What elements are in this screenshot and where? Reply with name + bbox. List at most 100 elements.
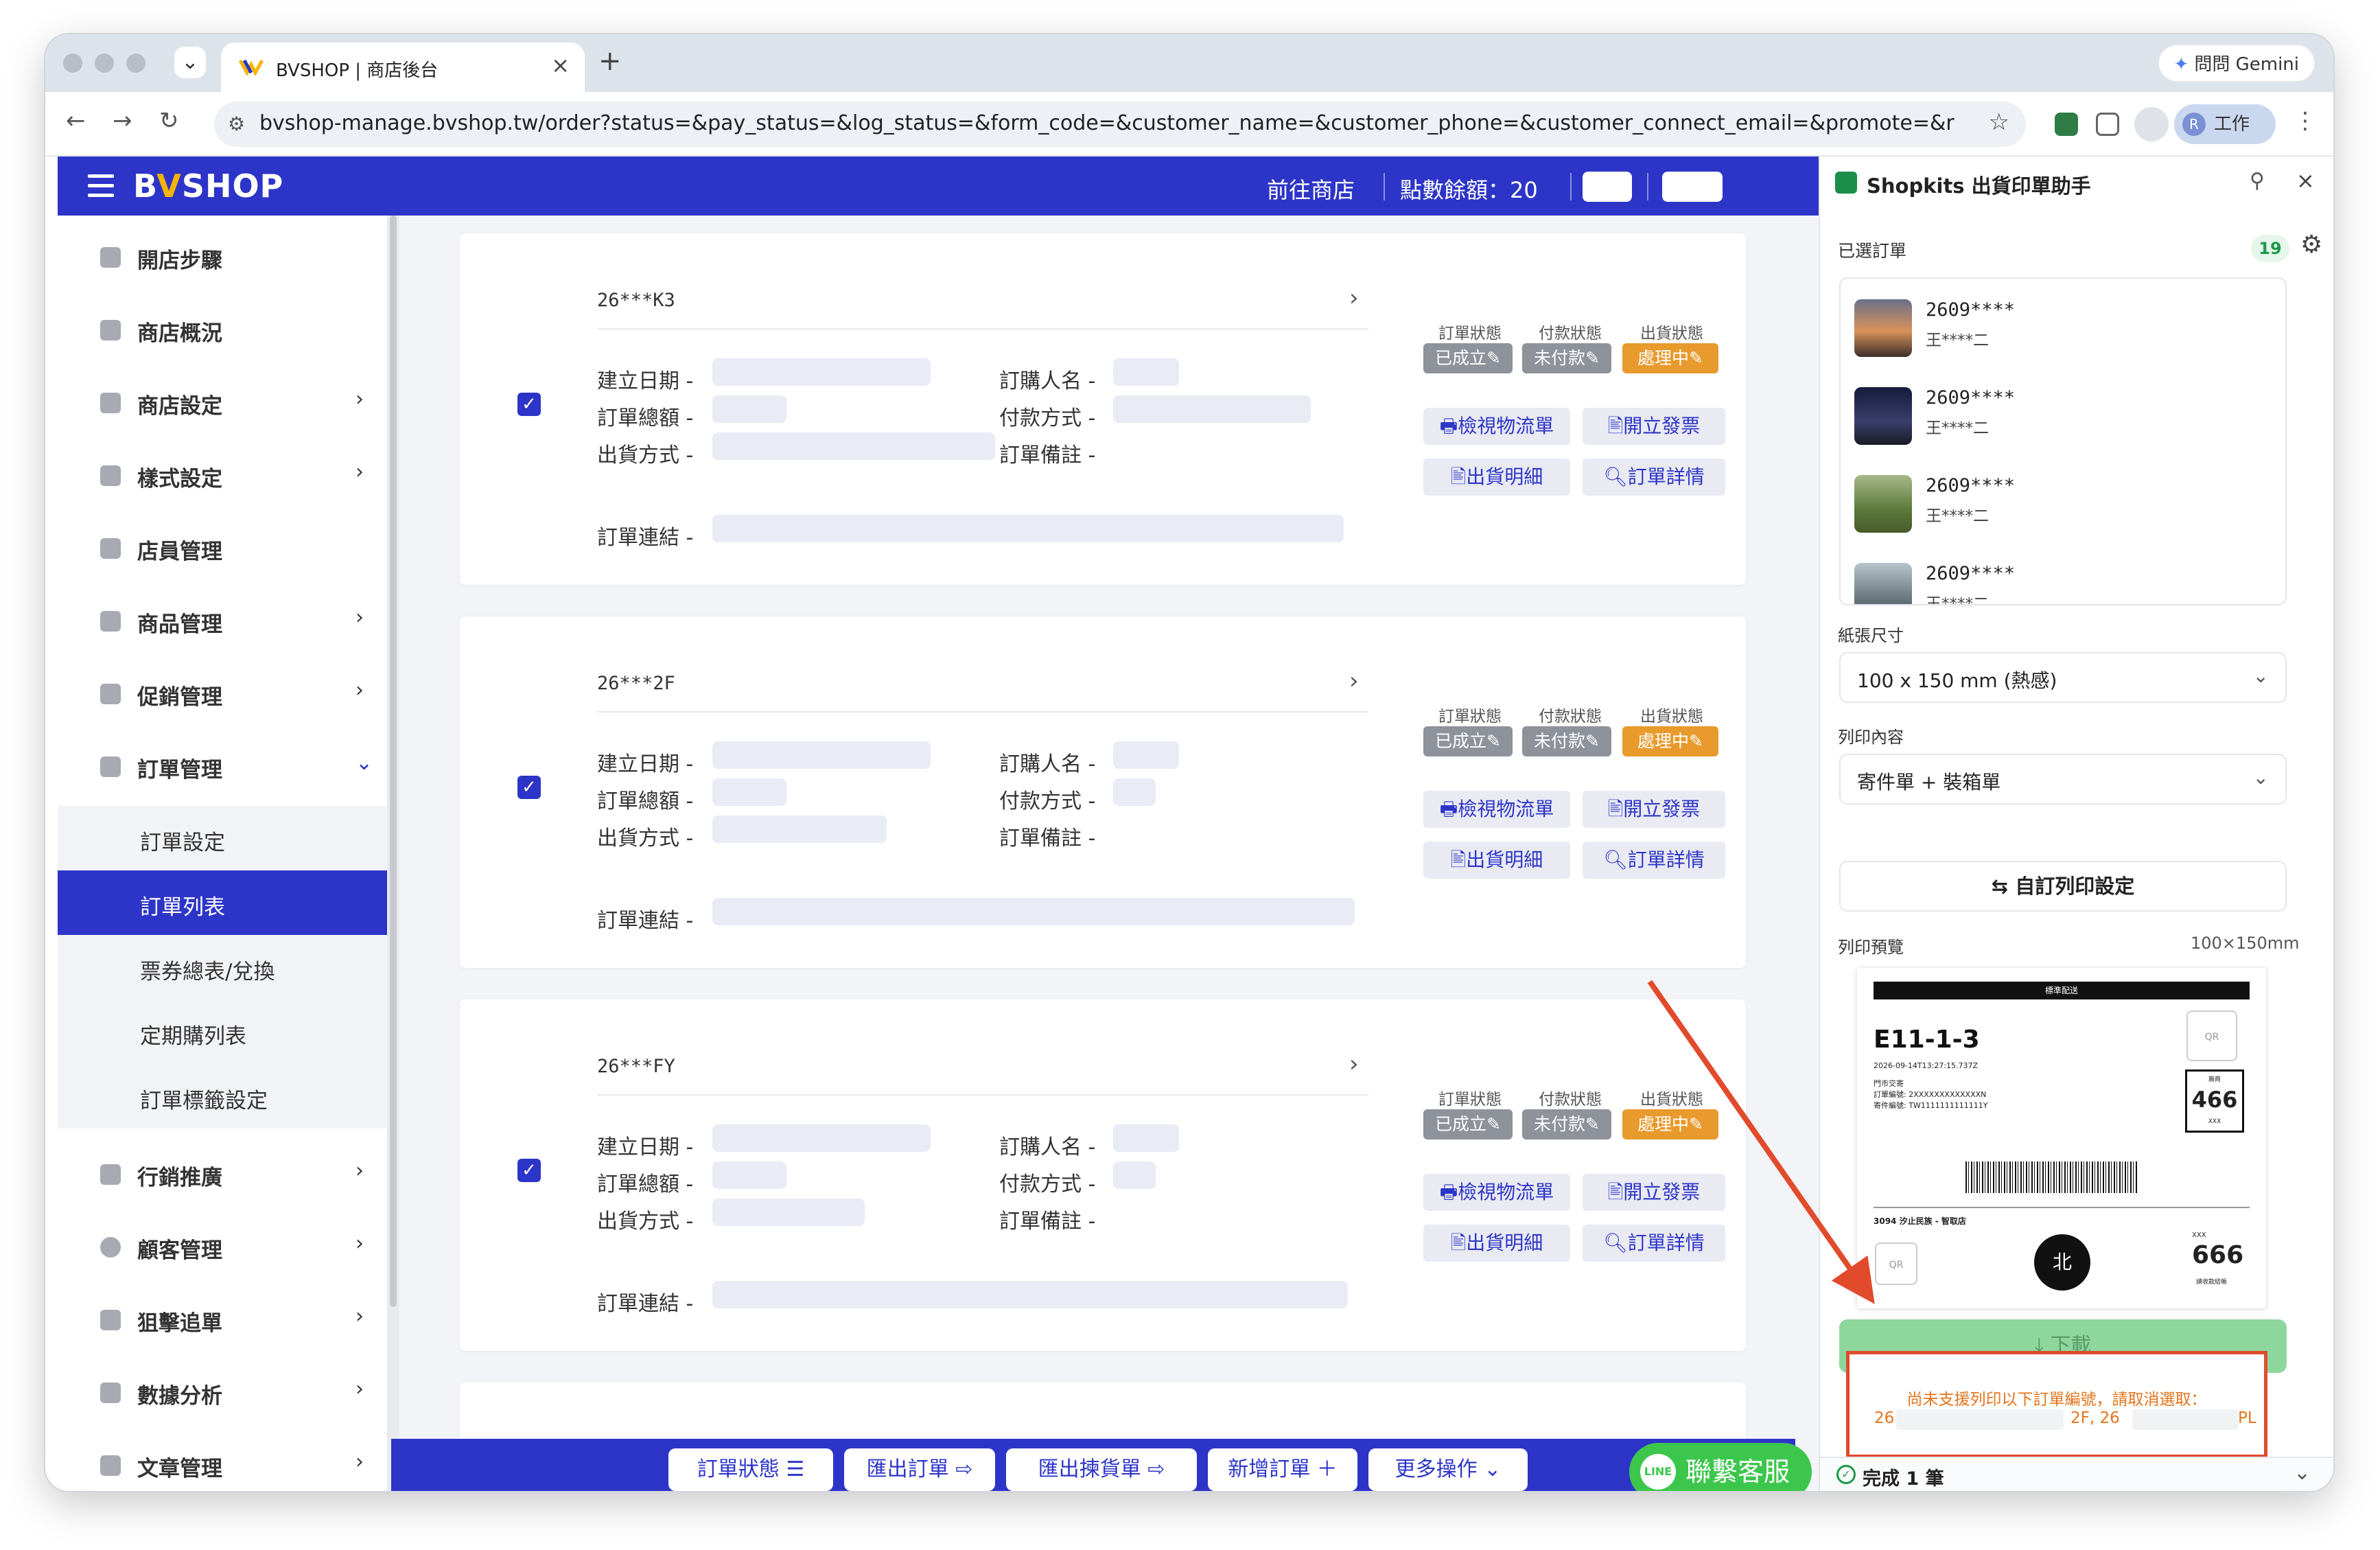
pay-status-badge[interactable]: 未付款✎ [1522, 343, 1611, 373]
chevron-right-icon[interactable]: › [1349, 1050, 1359, 1078]
gear-icon[interactable]: ⚙ [2300, 231, 2322, 259]
order-link-value[interactable] [712, 515, 1344, 542]
print-content-select[interactable]: 寄件單 + 裝箱單 ⌄ [1839, 754, 2287, 805]
back-icon[interactable]: ← [66, 107, 86, 135]
order-detail-button[interactable]: 🔍︎訂單詳情 [1583, 1225, 1725, 1262]
sidebar-subitem-order-list[interactable]: 訂單列表 [58, 870, 387, 935]
side-panel-icon[interactable] [2134, 107, 2169, 141]
window-minimize-dot[interactable] [95, 54, 114, 73]
selected-orders-list[interactable]: 2609**** 王****二 2609**** 王****二 2609**** 王*… [1839, 277, 2287, 605]
shipping-detail-button[interactable]: 🖹出貨明細 [1423, 459, 1570, 496]
url-text[interactable]: bvshop-manage.bvshop.tw/order?status=&pa… [259, 111, 1955, 135]
chevron-right-icon[interactable]: › [1349, 667, 1359, 695]
order-detail-button[interactable]: 🔍︎訂單詳情 [1583, 459, 1725, 496]
sidebar-subitem-order-settings[interactable]: 訂單設定 [58, 806, 387, 870]
pay-status-badge[interactable]: 未付款✎ [1522, 1109, 1611, 1140]
list-item[interactable]: 2609**** 王****二 [1854, 463, 2266, 538]
sidebar-item-products[interactable]: 商品管理 › [58, 586, 387, 655]
hamburger-menu-icon[interactable] [88, 174, 114, 198]
list-item[interactable]: 2609**** 王****二 [1854, 375, 2266, 450]
sidebar-subitem-order-tags[interactable]: 訂單標籤設定 [58, 1064, 387, 1129]
view-logistics-button[interactable]: 🖶檢視物流單 [1423, 791, 1570, 828]
order-number[interactable]: 26***2F [597, 673, 675, 694]
profile-button[interactable]: R 工作 [2174, 104, 2276, 144]
sidebar-scrollbar[interactable] [387, 216, 399, 1491]
view-logistics-button[interactable]: 🖶檢視物流單 [1423, 1174, 1570, 1211]
sidebar-item-marketing[interactable]: 行銷推廣 › [58, 1140, 387, 1208]
forward-icon[interactable]: → [113, 107, 132, 135]
sidebar-item-analytics[interactable]: 數據分析 › [58, 1358, 387, 1426]
tab-close-icon[interactable]: × [551, 52, 570, 78]
sidebar-item-style[interactable]: 樣式設定 › [58, 441, 387, 509]
window-zoom-dot[interactable] [126, 54, 145, 73]
order-number[interactable]: 26***FY [597, 1056, 675, 1077]
site-info-icon[interactable]: ⚙ [228, 113, 245, 135]
order-number[interactable]: 26***K3 [597, 290, 675, 311]
shipping-detail-button[interactable]: 🖹出貨明細 [1423, 842, 1570, 879]
order-checkbox[interactable]: ✓ [517, 393, 541, 416]
list-item[interactable]: 2609**** 王****二 [1854, 287, 2266, 362]
chevron-right-icon[interactable]: › [1349, 284, 1359, 312]
sidebar-item-customers[interactable]: 顧客管理 › [58, 1212, 387, 1281]
order-checkbox[interactable]: ✓ [517, 776, 541, 799]
contact-support-button[interactable]: LINE 聯繫客服 [1629, 1443, 1812, 1491]
export-orders-button[interactable]: 匯出訂單 ⇨ [844, 1448, 995, 1491]
bookmark-star-icon[interactable]: ☆ [1989, 108, 2009, 136]
order-link-value[interactable] [712, 898, 1355, 925]
order-status-badge[interactable]: 已成立✎ [1423, 1109, 1513, 1140]
reload-icon[interactable]: ↻ [159, 107, 179, 135]
sidebar-item-overview[interactable]: 商店概況 [58, 295, 387, 364]
ship-status-badge[interactable]: 處理中✎ [1622, 726, 1718, 756]
order-status-badge[interactable]: 已成立✎ [1423, 726, 1513, 756]
sidebar-item-staff[interactable]: 店員管理 [58, 513, 387, 582]
completed-section[interactable]: ✓ 完成 1 筆 ⌄ [1820, 1457, 2333, 1491]
browser-tab[interactable]: BVSHOP | 商店後台 × [221, 43, 585, 92]
shipping-detail-button[interactable]: 🖹出貨明細 [1423, 1225, 1570, 1262]
sidebar-item-promotions[interactable]: 促銷管理 › [58, 659, 387, 728]
close-icon[interactable]: × [2296, 167, 2315, 194]
order-status-filter-button[interactable]: 訂單狀態 ☰ [668, 1448, 833, 1491]
user-plus-icon [100, 1310, 121, 1330]
sidebar-item-store-settings[interactable]: 商店設定 › [58, 368, 387, 437]
address-bar[interactable]: ⚙ bvshop-manage.bvshop.tw/order?status=&… [214, 102, 2026, 147]
issue-invoice-button[interactable]: 🖹開立發票 [1583, 791, 1725, 828]
sidebar-item-retargeting[interactable]: 狙擊追單 › [58, 1285, 387, 1354]
order-checkbox[interactable]: ✓ [517, 1159, 541, 1182]
order-link-value[interactable] [712, 1281, 1348, 1308]
bvshop-logo[interactable]: BVSHOP [133, 167, 283, 205]
sidebar-subitem-subscriptions[interactable]: 定期購列表 [58, 999, 387, 1064]
tab-search-chevron-icon[interactable]: ⌄ [174, 47, 206, 78]
add-order-button[interactable]: 新增訂單 ＋ [1208, 1448, 1357, 1491]
paper-size-select[interactable]: 100 x 150 mm (熱感) ⌄ [1839, 652, 2287, 703]
gemini-button[interactable]: ✦ 問問 Gemini [2157, 44, 2315, 82]
go-to-store-link[interactable]: 前往商店 [1267, 173, 1355, 205]
sidebar-item-setup[interactable]: 開店步驟 [58, 222, 387, 291]
new-tab-icon[interactable]: + [598, 45, 622, 77]
order-detail-button[interactable]: 🔍︎訂單詳情 [1583, 842, 1725, 879]
more-actions-button[interactable]: 更多操作 ⌄ [1368, 1448, 1528, 1491]
sidebar-item-orders[interactable]: 訂單管理 ⌄ [58, 732, 387, 800]
masked-order-number [2132, 1409, 2238, 1430]
issue-invoice-button[interactable]: 🖹開立發票 [1583, 408, 1725, 445]
ship-status-badge[interactable]: 處理中✎ [1622, 1109, 1718, 1140]
shopkits-extension-icon[interactable] [2055, 113, 2078, 136]
window-close-dot[interactable] [63, 54, 82, 73]
extensions-puzzle-icon[interactable] [2096, 113, 2119, 136]
pay-status-badge[interactable]: 未付款✎ [1522, 726, 1611, 756]
unpin-icon[interactable]: ⚲ [2250, 169, 2265, 193]
list-item[interactable]: 2609**** 王****二 [1854, 551, 2266, 604]
order-status-badge[interactable]: 已成立✎ [1423, 343, 1513, 373]
selected-orders-label: 已選訂單 [1838, 241, 1907, 261]
sidebar-subitem-tickets[interactable]: 票券總表/兌換 [58, 935, 387, 999]
view-logistics-button[interactable]: 🖶檢視物流單 [1423, 408, 1570, 445]
unsupported-orders-warning: 尚未支援列印以下訂單編號，請取消選取： 26 2F, 26 PL [1846, 1351, 2267, 1458]
custom-print-settings-button[interactable]: ⇆ 自訂列印設定 [1839, 861, 2287, 912]
ship-status-badge[interactable]: 處理中✎ [1622, 343, 1718, 373]
issue-invoice-button[interactable]: 🖹開立發票 [1583, 1174, 1725, 1211]
header-blank-button[interactable] [1583, 172, 1632, 202]
export-picking-list-button[interactable]: 匯出揀貨單 ⇨ [1006, 1448, 1197, 1491]
header-blank-button[interactable] [1662, 172, 1723, 202]
sidebar-item-articles[interactable]: 文章管理 › [58, 1431, 387, 1491]
browser-menu-icon[interactable]: ⋮ [2294, 107, 2317, 135]
customer-name: 王****二 [1926, 419, 1989, 437]
